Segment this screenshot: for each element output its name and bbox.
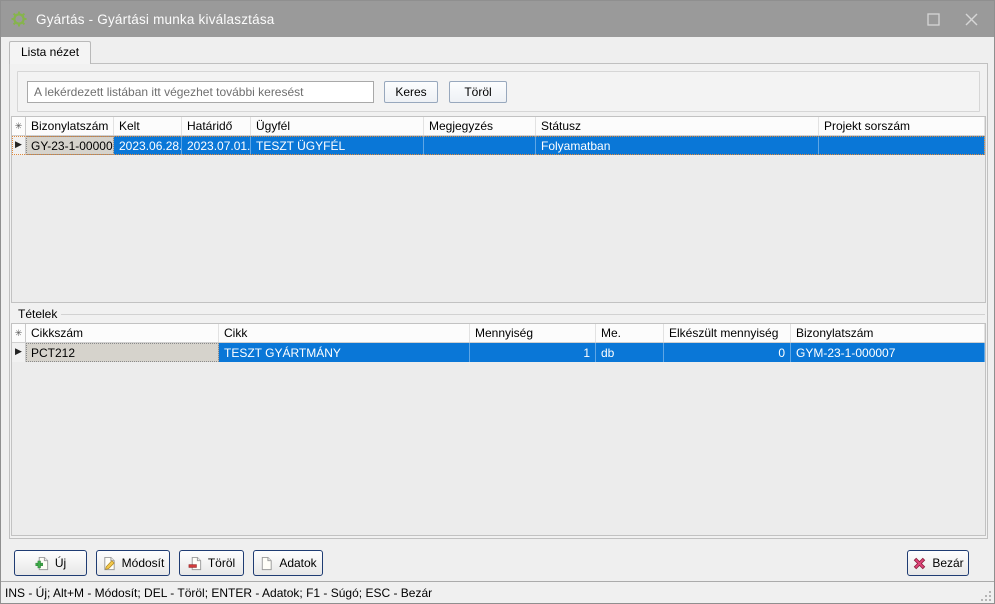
search-group: Keres Töröl (17, 71, 980, 112)
orders-grid-header: ✳ Bizonylatszám Kelt Határidő Ügyfél Meg… (12, 117, 985, 136)
document-pencil-icon (102, 556, 117, 571)
cell-cikkszam: PCT212 (26, 343, 219, 362)
cancel-x-icon (912, 556, 927, 571)
maximize-button[interactable] (916, 1, 950, 37)
close-dialog-button[interactable]: Bezár (907, 550, 969, 576)
cell-megjegyzes (424, 136, 536, 155)
app-window: Gyártás - Gyártási munka kiválasztása Li… (0, 0, 995, 604)
orders-grid: ✳ Bizonylatszám Kelt Határidő Ügyfél Meg… (11, 116, 986, 303)
asterisk-icon: ✳ (12, 117, 26, 135)
new-button[interactable]: Új (14, 550, 87, 576)
row-arrow-icon: ▶ (12, 136, 26, 155)
maximize-icon (927, 13, 940, 26)
column-header-cikk[interactable]: Cikk (219, 324, 470, 342)
window-title: Gyártás - Gyártási munka kiválasztása (36, 12, 274, 27)
items-table-row[interactable]: ▶ PCT212 TESZT GYÁRTMÁNY 1 db 0 GYM-23-1… (12, 343, 985, 362)
column-header-bizonylatszam[interactable]: Bizonylatszám (26, 117, 114, 135)
cell-cikk: TESZT GYÁRTMÁNY (219, 343, 470, 362)
new-button-label: Új (55, 556, 66, 570)
search-input[interactable] (27, 81, 374, 103)
clear-search-button[interactable]: Töröl (449, 81, 507, 103)
column-header-mennyiseg[interactable]: Mennyiség (470, 324, 596, 342)
column-header-me[interactable]: Me. (596, 324, 664, 342)
delete-button-label: Töröl (208, 556, 235, 570)
tab-lista-nezet[interactable]: Lista nézet (9, 41, 91, 64)
items-section-caption: Tételek (16, 307, 985, 321)
column-header-cikkszam[interactable]: Cikkszám (26, 324, 219, 342)
cell-bizonylatszam: GYM-23-1-000007 (791, 343, 985, 362)
status-bar-text: INS - Új; Alt+M - Módosít; DEL - Töröl; … (5, 586, 432, 600)
cell-me: db (596, 343, 664, 362)
column-header-ugyfel[interactable]: Ügyfél (251, 117, 424, 135)
close-dialog-button-label: Bezár (932, 556, 963, 570)
items-section-label: Tételek (16, 307, 61, 321)
document-plus-icon (35, 556, 50, 571)
cell-bizonylatszam: GY-23-1-000003 (26, 136, 114, 155)
column-header-megjegyzes[interactable]: Megjegyzés (424, 117, 536, 135)
column-header-bizonylatszam[interactable]: Bizonylatszám (791, 324, 985, 342)
column-header-elkeszult-mennyiseg[interactable]: Elkészült mennyiség (664, 324, 791, 342)
close-icon (965, 13, 978, 26)
delete-button[interactable]: Töröl (179, 550, 244, 576)
close-button[interactable] (954, 1, 988, 37)
data-button-label: Adatok (279, 556, 316, 570)
column-header-hatarido[interactable]: Határidő (182, 117, 251, 135)
items-grid: ✳ Cikkszám Cikk Mennyiség Me. Elkészült … (11, 323, 986, 536)
document-icon (259, 556, 274, 571)
cell-ugyfel: TESZT ÜGYFÉL (251, 136, 424, 155)
row-arrow-icon: ▶ (12, 343, 26, 362)
cell-projekt-sorszam (819, 136, 985, 155)
data-button[interactable]: Adatok (253, 550, 323, 576)
cell-kelt: 2023.06.28. (114, 136, 182, 155)
items-grid-header: ✳ Cikkszám Cikk Mennyiség Me. Elkészült … (12, 324, 985, 343)
modify-button[interactable]: Módosít (96, 550, 170, 576)
tab-page: Keres Töröl ✳ Bizonylatszám Kelt Határid… (9, 63, 988, 539)
cell-elkeszult-mennyiseg: 0 (664, 343, 791, 362)
resize-grip[interactable] (981, 591, 991, 601)
status-bar: INS - Új; Alt+M - Módosít; DEL - Töröl; … (1, 581, 994, 604)
search-button[interactable]: Keres (384, 81, 438, 103)
column-header-statusz[interactable]: Státusz (536, 117, 819, 135)
cell-mennyiseg: 1 (470, 343, 596, 362)
groupbox-divider (61, 314, 985, 315)
document-minus-icon (188, 556, 203, 571)
orders-table-row[interactable]: ▶ GY-23-1-000003 2023.06.28. 2023.07.01.… (12, 136, 985, 155)
asterisk-icon: ✳ (12, 324, 26, 342)
column-header-projekt-sorszam[interactable]: Projekt sorszám (819, 117, 985, 135)
cell-statusz: Folyamatban (536, 136, 819, 155)
column-header-kelt[interactable]: Kelt (114, 117, 182, 135)
cell-hatarido: 2023.07.01. (182, 136, 251, 155)
window-titlebar[interactable]: Gyártás - Gyártási munka kiválasztása (1, 1, 994, 37)
app-gear-icon[interactable] (11, 11, 27, 27)
modify-button-label: Módosít (122, 556, 165, 570)
